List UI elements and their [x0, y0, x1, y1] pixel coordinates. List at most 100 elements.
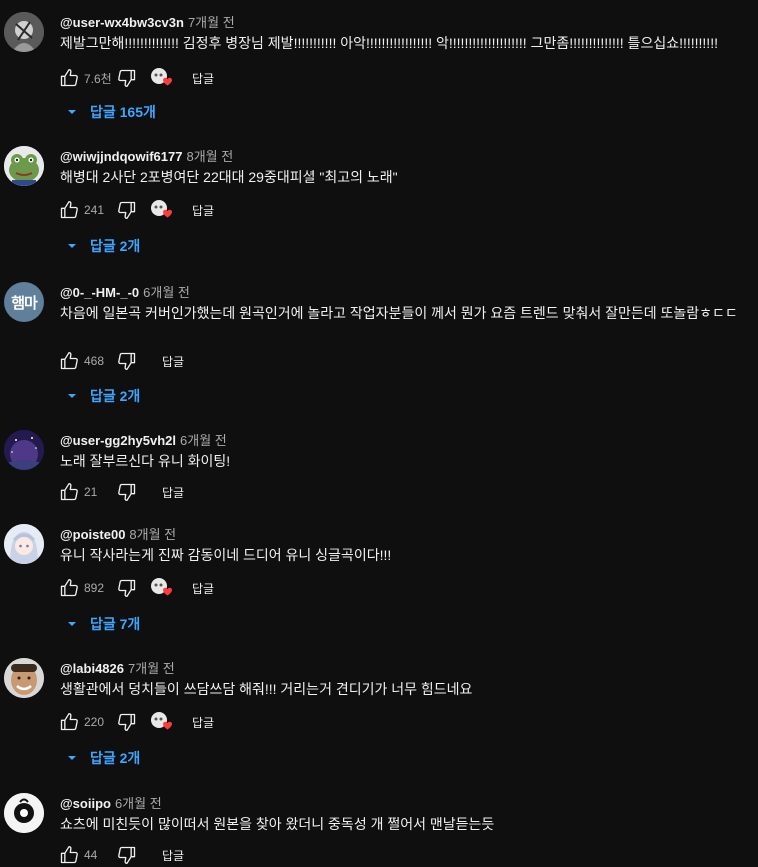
author-name[interactable]: @labi4826 [60, 661, 124, 676]
thumbs-up-icon [60, 483, 78, 501]
avatar[interactable] [4, 430, 44, 470]
like-count: 892 [84, 581, 105, 595]
replies-label: 답글 2개 [90, 238, 141, 254]
comment-text: 노래 잘부르신다 유니 화이팅! [60, 453, 231, 469]
thumbs-down-icon [118, 352, 136, 370]
creator-heart-icon [151, 578, 172, 596]
ghost-avatar-icon [4, 793, 44, 833]
author-name[interactable]: @wiwjjndqowif6177 [60, 149, 182, 164]
timestamp[interactable]: 6개월 전 [180, 433, 227, 448]
thumbs-down-icon [118, 846, 136, 864]
avatar[interactable] [4, 524, 44, 564]
chevron-down-icon [68, 756, 76, 760]
chevron-down-icon [68, 622, 76, 626]
chevron-down-icon [68, 394, 76, 398]
reply-button[interactable]: 답글 [192, 70, 214, 87]
thumbs-up-icon [60, 201, 78, 219]
comment-actions: 44 답글 [58, 843, 184, 867]
galaxy-avatar-icon [4, 430, 44, 470]
view-replies-button[interactable]: 답글 2개 [66, 748, 140, 768]
comment-text: 해병대 2사단 2포병여단 22대대 29중대피셜 "최고의 노래" [60, 169, 398, 185]
creator-heart-badge [150, 66, 174, 90]
comment-text: 유니 작사라는게 진짜 감동이네 드디어 유니 싱글곡이다!!! [60, 547, 392, 563]
creator-heart-badge [150, 198, 174, 222]
view-replies-button[interactable]: 답글 2개 [66, 386, 140, 406]
thumbs-down-icon [118, 201, 136, 219]
comment-header: @wiwjjndqowif6177 8개월 전 [60, 146, 233, 165]
like-button[interactable] [58, 350, 80, 372]
creator-heart-icon [151, 200, 172, 218]
avatar[interactable] [4, 658, 44, 698]
like-button[interactable] [58, 481, 80, 503]
like-button[interactable] [58, 67, 80, 89]
author-name[interactable]: @user-wx4bw3cv3n [60, 15, 184, 30]
avatar[interactable] [4, 12, 44, 52]
frog-avatar-icon [4, 146, 44, 186]
timestamp[interactable]: 6개월 전 [115, 796, 162, 811]
comment-actions: 468 답글 [58, 349, 184, 373]
comment-header: @user-gg2hy5vh2l 6개월 전 [60, 430, 227, 449]
comment-actions: 7.6천 답글 [58, 66, 214, 90]
chevron-down-icon [68, 244, 76, 248]
author-name[interactable]: @poiste00 [60, 527, 125, 542]
thumbs-up-icon [60, 352, 78, 370]
creator-heart-icon [151, 712, 172, 730]
like-count: 44 [84, 848, 98, 862]
like-button[interactable] [58, 577, 80, 599]
timestamp[interactable]: 8개월 전 [186, 149, 233, 164]
view-replies-button[interactable]: 답글 2개 [66, 236, 140, 256]
reply-button[interactable]: 답글 [192, 202, 214, 219]
comment-text: 제발그만해!!!!!!!!!!!!!! 김정후 병장님 제발!!!!!!!!!!… [60, 35, 718, 51]
like-button[interactable] [58, 711, 80, 733]
comment-actions: 241 답글 [58, 198, 214, 222]
timestamp[interactable]: 6개월 전 [143, 285, 190, 300]
avatar[interactable] [4, 146, 44, 186]
replies-label: 답글 2개 [90, 388, 141, 404]
author-name[interactable]: @soiipo [60, 796, 111, 811]
timestamp[interactable]: 8개월 전 [129, 527, 176, 542]
creator-heart-badge [150, 710, 174, 734]
dislike-button[interactable] [116, 844, 138, 866]
timestamp[interactable]: 7개월 전 [188, 15, 235, 30]
author-name[interactable]: @user-gg2hy5vh2l [60, 433, 176, 448]
comment-header: @poiste00 8개월 전 [60, 524, 176, 543]
view-replies-button[interactable]: 답글 165개 [66, 102, 156, 122]
reply-button[interactable]: 답글 [162, 353, 184, 370]
dislike-button[interactable] [116, 199, 138, 221]
comment-header: @user-wx4bw3cv3n 7개월 전 [60, 12, 235, 31]
like-button[interactable] [58, 199, 80, 221]
dislike-button[interactable] [116, 481, 138, 503]
dislike-button[interactable] [116, 711, 138, 733]
like-count: 220 [84, 715, 105, 729]
like-count: 241 [84, 203, 105, 217]
avatar[interactable] [4, 793, 44, 833]
reply-button[interactable]: 답글 [192, 714, 214, 731]
bw-photo-avatar-icon [4, 12, 44, 52]
dislike-button[interactable] [116, 350, 138, 372]
thumbs-down-icon [118, 579, 136, 597]
comment-actions: 892 답글 [58, 576, 214, 600]
replies-label: 답글 165개 [90, 104, 156, 120]
thumbs-down-icon [118, 69, 136, 88]
dislike-button[interactable] [116, 577, 138, 599]
reply-button[interactable]: 답글 [162, 847, 184, 864]
like-button[interactable] [58, 844, 80, 866]
comment-text: 쇼츠에 미친듯이 많이떠서 원본을 찾아 왔더니 중독성 개 쩔어서 맨날듣는듯 [60, 816, 495, 832]
replies-label: 답글 7개 [90, 616, 141, 632]
dislike-button[interactable] [116, 67, 138, 89]
like-count: 21 [84, 485, 98, 499]
reply-button[interactable]: 답글 [162, 484, 184, 501]
comment-text: 생활관에서 덩치들이 쓰담쓰담 해줘!!! 거리는거 견디기가 너무 힘드네요 [60, 681, 473, 697]
chevron-down-icon [68, 110, 76, 114]
face-avatar-icon [4, 658, 44, 698]
thumbs-down-icon [118, 483, 136, 501]
view-replies-button[interactable]: 답글 7개 [66, 614, 140, 634]
comment-header: @labi4826 7개월 전 [60, 658, 175, 677]
author-name[interactable]: @0-_-HM-_-0 [60, 285, 139, 300]
reply-button[interactable]: 답글 [192, 580, 214, 597]
timestamp[interactable]: 7개월 전 [128, 661, 175, 676]
thumbs-up-icon [60, 846, 78, 864]
creator-heart-badge [150, 576, 174, 600]
anime-avatar-icon [4, 524, 44, 564]
avatar[interactable]: 햄마 [4, 282, 44, 322]
